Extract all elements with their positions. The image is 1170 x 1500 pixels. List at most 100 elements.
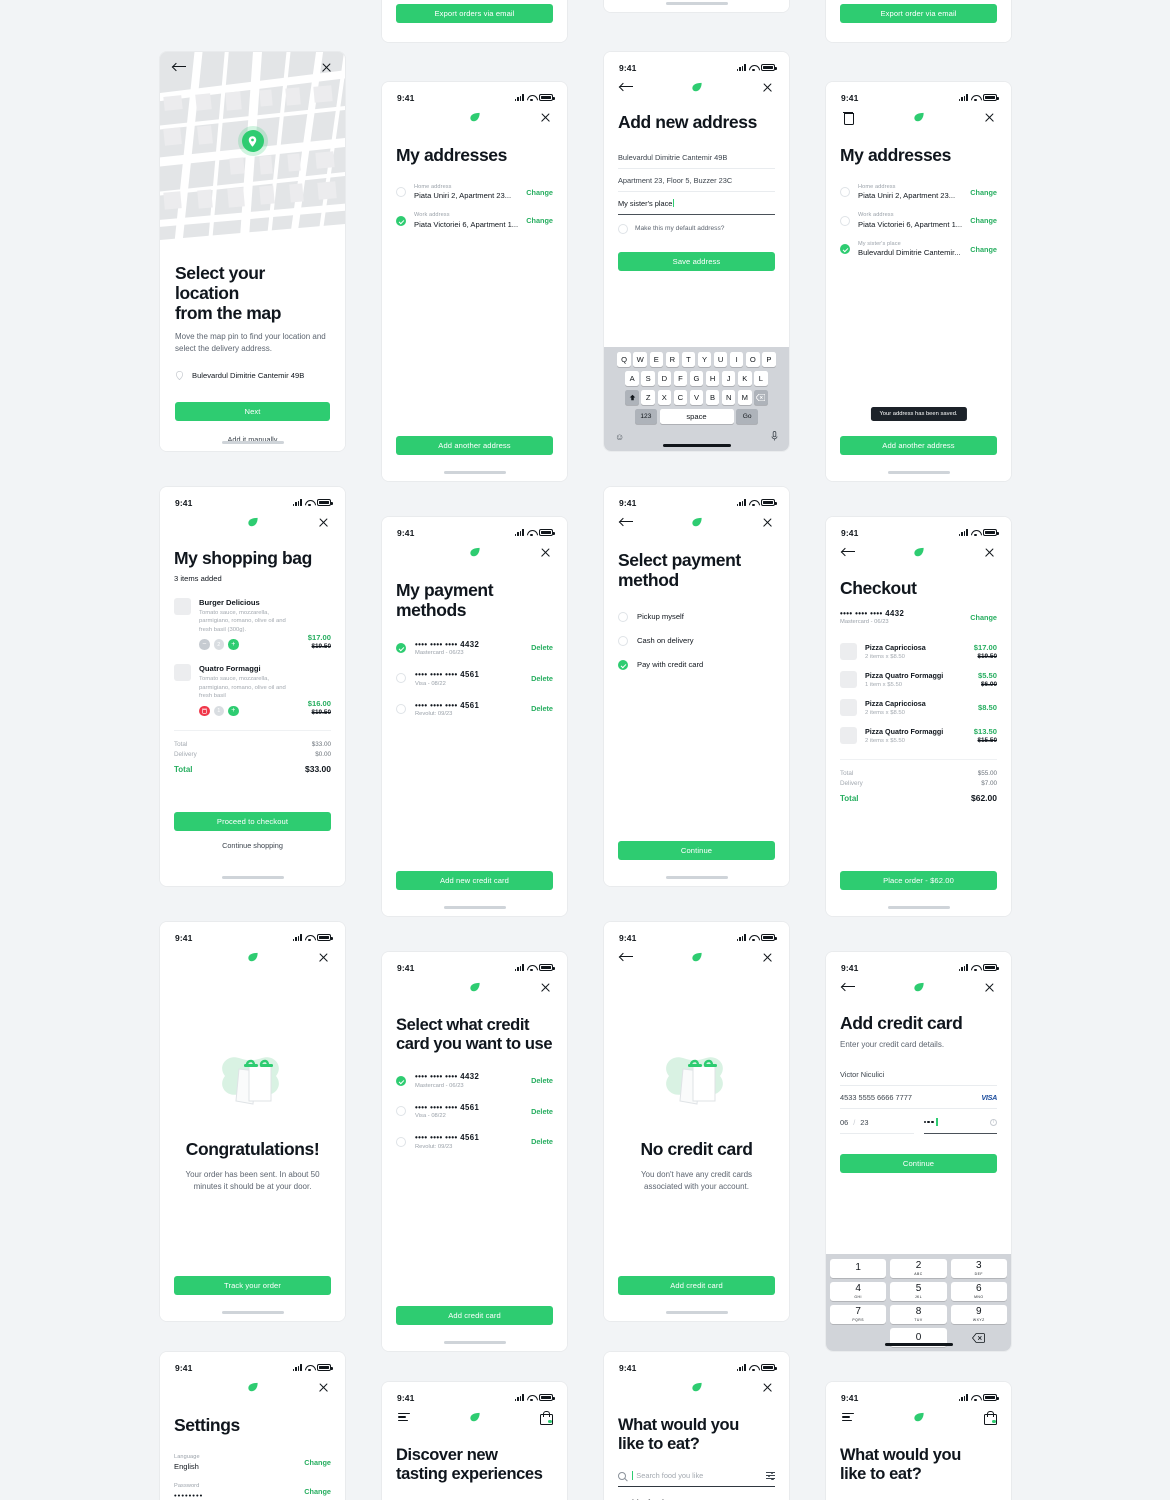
- menu-icon[interactable]: [842, 1412, 854, 1422]
- details-input[interactable]: Apartment 23, Floor 5, Buzzer 23C: [618, 169, 775, 192]
- search-bar[interactable]: Search food you like: [618, 1471, 775, 1488]
- proceed-to-checkout-button[interactable]: Proceed to checkout: [174, 812, 331, 831]
- key-g[interactable]: G: [689, 371, 704, 386]
- menu-icon[interactable]: [398, 1412, 410, 1422]
- cvv-input[interactable]: i: [923, 1111, 997, 1134]
- key-s[interactable]: S: [641, 371, 655, 386]
- change-card-link[interactable]: Change: [970, 613, 997, 622]
- address-row[interactable]: Home address Piata Uniri 2, Apartment 23…: [840, 178, 997, 207]
- close-icon[interactable]: [762, 517, 773, 528]
- search-input[interactable]: Search food you like: [636, 1471, 760, 1480]
- place-order-button[interactable]: Place order - $62.00: [840, 871, 997, 890]
- back-icon[interactable]: [619, 517, 633, 527]
- key-l[interactable]: L: [754, 371, 768, 386]
- info-icon[interactable]: i: [990, 1118, 997, 1126]
- quantity-stepper[interactable]: − 2 +: [199, 639, 300, 650]
- change-link[interactable]: Change: [970, 216, 997, 225]
- increase-quantity-button[interactable]: +: [228, 639, 239, 650]
- key-d[interactable]: D: [657, 371, 672, 386]
- increase-quantity-button[interactable]: +: [228, 705, 239, 717]
- delete-card-link[interactable]: Delete: [531, 674, 553, 683]
- payment-option[interactable]: Cash on delivery: [618, 629, 775, 653]
- address-radio[interactable]: [840, 215, 850, 226]
- card-radio[interactable]: [396, 703, 406, 714]
- change-link[interactable]: Change: [970, 245, 997, 254]
- numpad-key-5[interactable]: 5 JKL: [890, 1282, 947, 1301]
- key-h[interactable]: H: [705, 371, 720, 386]
- key-m[interactable]: M: [738, 390, 752, 405]
- back-icon[interactable]: [619, 952, 633, 962]
- numpad-key-4[interactable]: 4 GHI: [830, 1282, 887, 1301]
- decrease-quantity-button[interactable]: −: [199, 639, 210, 650]
- close-icon[interactable]: [540, 982, 551, 993]
- shopping-bag-icon[interactable]: [983, 1411, 997, 1425]
- nickname-input[interactable]: My sister's place: [618, 192, 775, 215]
- key-k[interactable]: K: [738, 371, 752, 386]
- address-row[interactable]: Work address Piata Victoriei 6, Apartmen…: [396, 206, 553, 235]
- space-key[interactable]: space: [659, 409, 734, 424]
- card-radio[interactable]: [396, 673, 406, 684]
- key-z[interactable]: Z: [641, 390, 655, 405]
- key-y[interactable]: Y: [697, 352, 712, 367]
- numpad-key-6[interactable]: 6 MNO: [950, 1282, 1007, 1301]
- card-radio[interactable]: [396, 1106, 406, 1117]
- back-icon[interactable]: [841, 547, 855, 557]
- card-row[interactable]: •••• •••• •••• 4561 Visa - 08/22 Delete: [396, 1096, 553, 1127]
- quantity-stepper[interactable]: 1 +: [199, 705, 300, 717]
- next-button[interactable]: Next: [175, 402, 330, 422]
- card-row[interactable]: •••• •••• •••• 4432 Mastercard - 06/23 D…: [396, 1065, 553, 1096]
- add-new-credit-card-button[interactable]: Add new credit card: [396, 871, 553, 890]
- close-icon[interactable]: [762, 1382, 773, 1393]
- key-r[interactable]: R: [665, 352, 680, 367]
- continue-button[interactable]: Continue: [618, 841, 775, 860]
- shopping-bag-icon[interactable]: [539, 1411, 553, 1425]
- change-link[interactable]: Change: [970, 188, 997, 197]
- numpad-backspace-key[interactable]: [951, 1328, 1007, 1347]
- cardholder-name-input[interactable]: Victor Niculici: [840, 1063, 997, 1086]
- change-link[interactable]: Change: [526, 216, 553, 225]
- numpad-key-9[interactable]: 9 WXYZ: [950, 1305, 1007, 1324]
- add-another-address-button[interactable]: Add another address: [396, 436, 553, 455]
- card-row[interactable]: •••• •••• •••• 4432 Mastercard - 06/23 D…: [396, 633, 553, 664]
- trash-icon[interactable]: [843, 111, 854, 125]
- delete-card-link[interactable]: Delete: [531, 1137, 553, 1146]
- back-icon[interactable]: [841, 982, 855, 992]
- card-row[interactable]: •••• •••• •••• 4561 Revolut: 09/23 Delet…: [396, 1126, 553, 1157]
- address-radio[interactable]: [396, 215, 406, 226]
- card-radio[interactable]: [396, 642, 406, 653]
- key-p[interactable]: P: [762, 352, 776, 367]
- payment-option[interactable]: Pay with credit card: [618, 653, 775, 677]
- continue-shopping-link[interactable]: Continue shopping: [174, 841, 331, 850]
- close-icon[interactable]: [984, 112, 995, 123]
- key-b[interactable]: B: [705, 390, 720, 405]
- key-c[interactable]: C: [673, 390, 688, 405]
- address-row[interactable]: My sister's place Bulevardul Dimitrie Ca…: [840, 235, 997, 264]
- add-credit-card-button[interactable]: Add credit card: [396, 1306, 553, 1325]
- back-icon[interactable]: [619, 82, 633, 92]
- expiry-input[interactable]: 06 / 23: [840, 1111, 914, 1134]
- address-row[interactable]: Work address Piata Victoriei 6, Apartmen…: [840, 206, 997, 235]
- settings-row-language[interactable]: Language English Change: [174, 1448, 331, 1477]
- key-e[interactable]: E: [649, 352, 664, 367]
- card-radio[interactable]: [396, 1136, 406, 1147]
- numpad-key-3[interactable]: 3 DEF: [950, 1259, 1007, 1278]
- numpad-key-8[interactable]: 8 TUV: [890, 1305, 947, 1324]
- card-radio[interactable]: [396, 1075, 406, 1086]
- key-t[interactable]: T: [681, 352, 696, 367]
- close-icon[interactable]: [540, 112, 551, 123]
- address-radio[interactable]: [840, 244, 850, 255]
- emoji-icon[interactable]: ☺: [615, 432, 624, 442]
- delete-card-link[interactable]: Delete: [531, 643, 553, 652]
- numpad-key-2[interactable]: 2 ABC: [890, 1259, 947, 1278]
- address-row[interactable]: Home address Piata Uniri 2, Apartment 23…: [396, 178, 553, 207]
- close-icon[interactable]: [318, 1382, 329, 1393]
- address-radio[interactable]: [396, 187, 406, 198]
- delete-card-link[interactable]: Delete: [531, 704, 553, 713]
- key-o[interactable]: O: [746, 352, 760, 367]
- card-row[interactable]: •••• •••• •••• 4561 Revolut: 09/23 Delet…: [396, 694, 553, 725]
- close-icon[interactable]: [321, 62, 332, 73]
- street-input[interactable]: Bulevardul Dimitrie Cantemir 49B: [618, 146, 775, 169]
- close-icon[interactable]: [762, 82, 773, 93]
- close-icon[interactable]: [762, 952, 773, 963]
- save-address-button[interactable]: Save address: [618, 251, 775, 271]
